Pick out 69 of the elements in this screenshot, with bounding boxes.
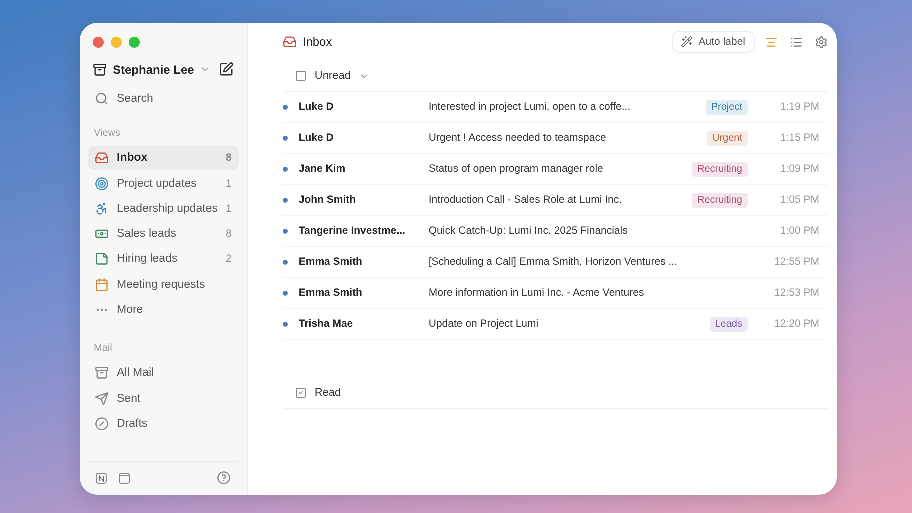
subject: More information in Lumi Inc. - Acme Ventures xyxy=(428,287,646,299)
section-heading: Views xyxy=(93,128,122,140)
list-icon[interactable] xyxy=(790,36,802,48)
note-icon xyxy=(95,252,109,266)
send-icon xyxy=(95,392,109,406)
sender: Tangerine Investme... xyxy=(298,225,406,237)
time: 12:55 PM xyxy=(774,256,820,268)
sidebar-item[interactable]: Sent xyxy=(88,386,239,411)
sender: John Smith xyxy=(298,194,358,206)
draft-icon xyxy=(95,416,109,431)
filter-icon[interactable] xyxy=(764,36,778,48)
sidebar-item[interactable]: Hiring leads 2 xyxy=(88,247,239,272)
time: 1:19 PM xyxy=(780,101,820,113)
archive-icon xyxy=(95,366,109,380)
sidebar-item[interactable]: Meeting requests xyxy=(88,272,239,297)
search-icon xyxy=(95,92,109,106)
inbox-icon xyxy=(95,151,109,166)
time: 12:20 PM xyxy=(774,318,820,330)
subject: [Scheduling a Call] Emma Smith, Horizon Ventures ... xyxy=(428,256,678,268)
sender: Luke D xyxy=(298,101,335,113)
settings-icon[interactable] xyxy=(814,36,828,48)
tag: Recruiting xyxy=(692,162,748,176)
target-icon xyxy=(95,176,109,191)
sender: Jane Kim xyxy=(298,163,347,175)
maximize-button[interactable] xyxy=(129,37,140,48)
sidebar-item[interactable]: Drafts xyxy=(88,412,239,436)
search-button[interactable]: Search xyxy=(88,87,239,111)
page-title: Inbox xyxy=(302,35,334,49)
sidebar-item[interactable]: Sales leads 8 xyxy=(88,222,239,246)
tag: Project xyxy=(706,100,748,114)
group-label[interactable]: Read xyxy=(314,387,342,399)
calendar-icon xyxy=(95,278,109,292)
sender: Emma Smith xyxy=(298,256,364,268)
subject: Quick Catch-Up: Lumi Inc. 2025 Financials xyxy=(428,225,629,237)
sender: Trisha Mae xyxy=(298,318,354,330)
sidebar-item[interactable]: Inbox 8 xyxy=(88,146,239,170)
subject: Status of open program manager role xyxy=(428,163,604,175)
sender: Luke D xyxy=(298,132,335,144)
wand-icon xyxy=(680,36,693,48)
time: 1:05 PM xyxy=(780,194,820,206)
calendar-icon[interactable] xyxy=(119,472,130,484)
app-icon[interactable] xyxy=(96,472,107,484)
sender: Emma Smith xyxy=(298,287,364,299)
time: 1:09 PM xyxy=(780,163,820,175)
tag: Recruiting xyxy=(692,192,748,208)
auto-label-button[interactable]: Auto label xyxy=(672,31,754,53)
subject: Urgent ! Access needed to teamspace xyxy=(428,132,608,144)
subject: Interested in project Lumi, open to a coffe... xyxy=(428,101,632,113)
checkbox[interactable] xyxy=(294,387,307,399)
help-icon[interactable] xyxy=(216,471,231,485)
time: 1:00 PM xyxy=(780,225,820,237)
tag: Leads xyxy=(710,316,748,332)
section-heading: Mail xyxy=(93,343,114,354)
time: 12:53 PM xyxy=(774,287,820,299)
close-button[interactable] xyxy=(93,37,104,48)
group-label[interactable]: Unread xyxy=(314,70,351,82)
checkbox[interactable] xyxy=(294,70,307,82)
subject: Update on Project Lumi xyxy=(428,318,540,330)
tag: Urgent xyxy=(707,130,748,146)
compose-icon[interactable] xyxy=(218,62,234,77)
time: 1:15 PM xyxy=(780,132,820,144)
inbox-icon xyxy=(282,35,297,49)
sidebar-item[interactable]: All Mail xyxy=(88,361,239,386)
sidebar-item[interactable]: Project updates 1 xyxy=(88,172,239,196)
sidebar-item[interactable]: More xyxy=(88,298,239,322)
subject: Introduction Call - Sales Role at Lumi Inc. xyxy=(428,194,624,206)
person-icon xyxy=(95,202,109,216)
account-switcher[interactable]: Stephanie Lee xyxy=(93,62,212,76)
sidebar-item[interactable]: Leadership updates 1 xyxy=(88,196,239,221)
